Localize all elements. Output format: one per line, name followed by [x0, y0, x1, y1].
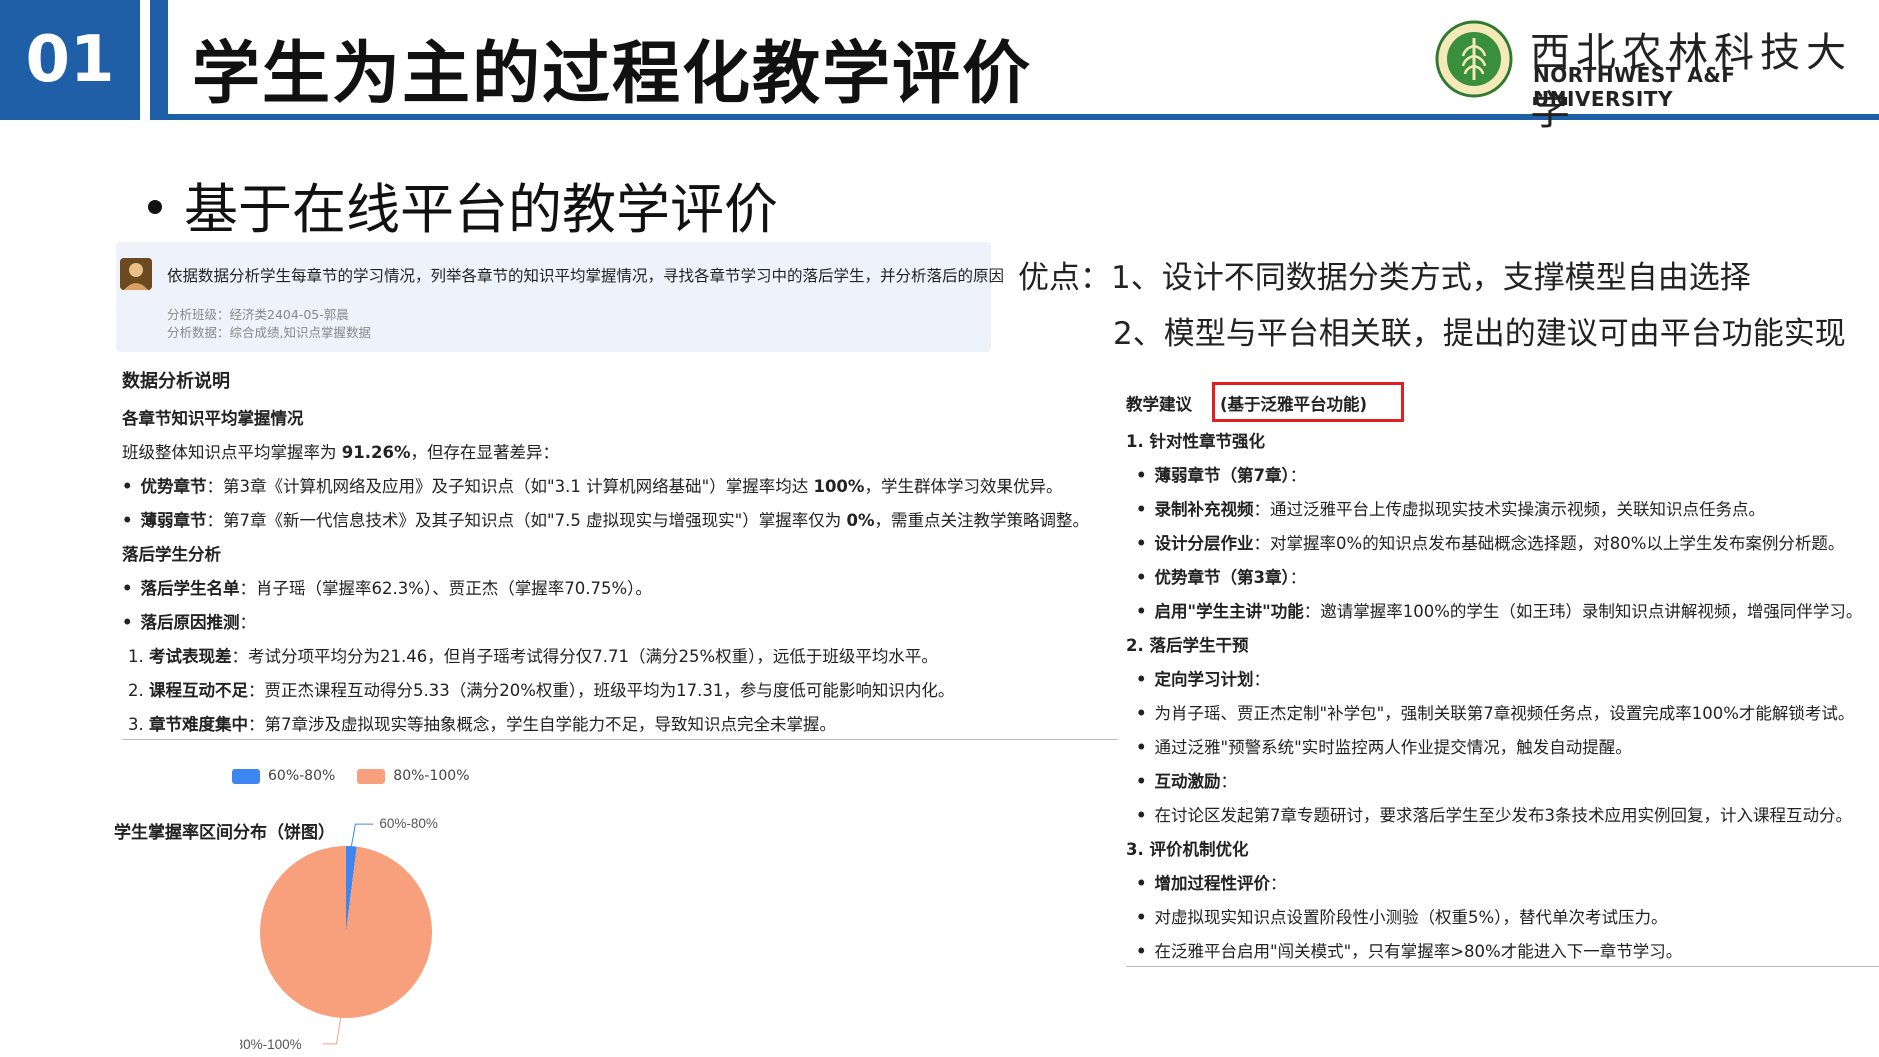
overall-value: 91.26%	[341, 443, 411, 462]
weak-value: 0%	[846, 511, 875, 530]
subtitle-text: 基于在线平台的教学评价	[184, 178, 778, 241]
pie-slice-80%-100%	[260, 846, 432, 1018]
lagging-students-heading: 落后学生分析	[122, 545, 221, 564]
highlight-box	[1212, 382, 1404, 422]
lead-label: 启用"学生主讲"功能	[1154, 602, 1304, 621]
reason-number: 1.	[128, 647, 144, 666]
colon: ：	[1220, 772, 1238, 791]
study-plan-item: 通过泛雅"预警系统"实时监控两人作业提交情况，触发自动提醒。	[1136, 734, 1632, 758]
weak-chapter-label: 薄弱章节（第7章）	[1154, 466, 1290, 485]
overall-mastery: 班级整体知识点平均掌握率为 91.26%，但存在显著差异：	[122, 439, 559, 463]
analysis-heading: 数据分析说明	[122, 371, 230, 392]
lagging-list-text: ：肖子瑶（掌握率62.3%）、贾正杰（掌握率70.75%）。	[239, 579, 652, 598]
overall-post: ，但存在显著差异：	[410, 443, 559, 462]
plan-label: 定向学习计划	[1154, 670, 1254, 689]
video-label: 录制补充视频	[1154, 500, 1254, 519]
chart-legend: 60%-80% 80%-100%	[232, 768, 470, 784]
query-text: 依据数据分析学生每章节的学习情况，列举各章节的知识平均掌握情况，寻找各章节学习中…	[167, 267, 1005, 285]
reason-number: 3.	[128, 715, 144, 734]
strong-text: ：第3章《计算机网络及应用》及子知识点（如"3.1 计算机网络基础"）掌握率均达	[206, 477, 814, 496]
pie-label: 60%-80%	[379, 816, 438, 831]
interaction-label: 互动激励	[1154, 772, 1221, 791]
university-logo	[1435, 20, 1513, 98]
strong-label: 优势章节	[140, 477, 207, 496]
weak-chapter-suggestion: 薄弱章节（第7章）：	[1136, 462, 1307, 486]
header-accent-bar	[150, 0, 168, 120]
process-eval-heading: 增加过程性评价：	[1136, 870, 1287, 894]
analysis-divider	[122, 739, 1118, 740]
legend-swatch-60-80	[232, 768, 260, 784]
video-suggestion: 录制补充视频：通过泛雅平台上传虚拟现实技术实操演示视频，关联知识点任务点。	[1136, 496, 1766, 520]
student-lead-suggestion: 启用"学生主讲"功能：邀请掌握率100%的学生（如王玮）录制知识点讲解视频，增强…	[1136, 598, 1863, 622]
study-plan-heading: 定向学习计划：	[1136, 666, 1271, 690]
suggestion-section-2: 2. 落后学生干预	[1126, 636, 1249, 655]
process-eval-item: 对虚拟现实知识点设置阶段性小测验（权重5%），替代单次考试压力。	[1136, 904, 1668, 928]
slide-number: 01	[0, 0, 140, 120]
strong-chapter-item: 优势章节：第3章《计算机网络及应用》及子知识点（如"3.1 计算机网络基础"）掌…	[122, 473, 1063, 497]
layer-text: ：对掌握率0%的知识点发布基础概念选择题，对80%以上学生发布案例分析题。	[1253, 534, 1845, 553]
colon: ：	[1289, 568, 1307, 587]
video-text: ：通过泛雅平台上传虚拟现实技术实操演示视频，关联知识点任务点。	[1253, 500, 1766, 519]
interaction-heading: 互动激励：	[1136, 768, 1238, 792]
lead-text: ：邀请掌握率100%的学生（如王玮）录制知识点讲解视频，增强同伴学习。	[1303, 602, 1863, 621]
reason-label: 课程互动不足	[149, 681, 248, 700]
weak-text: ：第7章《新一代信息技术》及其子知识点（如"7.5 虚拟现实与增强现实"）掌握率…	[206, 511, 847, 530]
weak-label: 薄弱章节	[140, 511, 207, 530]
study-plan-item: 为肖子瑶、贾正杰定制"补学包"，强制关联第7章视频任务点，设置完成率100%才能…	[1136, 700, 1855, 724]
pie-label: 80%-100%	[240, 1037, 302, 1052]
university-name-en: NORTHWEST A&F UNIVERSITY	[1533, 63, 1736, 111]
reason-label: 考试表现差	[149, 647, 232, 666]
interaction-item: 在讨论区发起第7章专题研讨，要求落后学生至少发布3条技术应用实例回复，计入课程互…	[1136, 802, 1853, 826]
layer-label: 设计分层作业	[1154, 534, 1254, 553]
pie-leader-line	[350, 823, 374, 847]
lagging-list-item: 落后学生名单：肖子瑶（掌握率62.3%）、贾正杰（掌握率70.75%）。	[122, 575, 652, 599]
reason-heading-item: 落后原因推测：	[122, 609, 257, 633]
eval-label: 增加过程性评价	[1154, 874, 1271, 893]
lagging-list-label: 落后学生名单	[140, 579, 240, 598]
pie-chart: 60%-80% 80%-100%	[240, 816, 438, 1052]
query-class: 分析班级：经济类2404-05-郭晨	[167, 307, 349, 322]
weak-post: ，需重点关注教学策略调整。	[874, 511, 1089, 530]
strong-value: 100%	[813, 477, 865, 496]
advantage-item: 2、模型与平台相关联，提出的建议可由平台功能实现	[1113, 316, 1846, 352]
bullet-dot	[148, 200, 162, 215]
section-subtitle: 基于在线平台的教学评价	[148, 165, 778, 244]
suggestions-heading: 教学建议	[1126, 395, 1192, 414]
process-eval-item: 在泛雅平台启用"闯关模式"，只有掌握率>80%才能进入下一章节学习。	[1136, 938, 1683, 962]
reason-label: 落后原因推测	[140, 613, 240, 632]
reason-item: 3. 章节难度集中：第7章涉及虚拟现实等抽象概念，学生自学能力不足，导致知识点完…	[128, 711, 836, 735]
reason-number: 2.	[128, 681, 144, 700]
advantages-label: 优点：	[1018, 260, 1111, 296]
colon: ：	[1270, 874, 1287, 893]
layered-homework-suggestion: 设计分层作业：对掌握率0%的知识点发布基础概念选择题，对80%以上学生发布案例分…	[1136, 530, 1845, 554]
strong-post: ，学生群体学习效果优异。	[864, 477, 1063, 496]
reason-text: ：贾正杰课程互动得分5.33（满分20%权重），班级平均为17.31，参与度低可…	[248, 681, 955, 700]
reason-label: 章节难度集中	[149, 715, 248, 734]
reason-text: ：考试分项平均分为21.46，但肖子瑶考试得分仅7.71（满分25%权重），远低…	[231, 647, 938, 666]
query-data-source: 分析数据：综合成绩,知识点掌握数据	[167, 325, 371, 340]
slide-title: 学生为主的过程化教学评价	[192, 35, 1033, 114]
reason-text: ：第7章涉及虚拟现实等抽象概念，学生自学能力不足，导致知识点完全未掌握。	[248, 715, 836, 734]
advantage-item: 1、设计不同数据分类方式，支撑模型自由选择	[1111, 260, 1751, 296]
suggestions-divider	[1126, 966, 1879, 967]
overall-pre: 班级整体知识点平均掌握率为	[122, 443, 342, 462]
strong-chapter-label: 优势章节（第3章）	[1154, 568, 1290, 587]
legend-label-80-100: 80%-100%	[393, 768, 470, 784]
pie-leader-line	[322, 1017, 342, 1045]
advantages-line-1: 优点：1、设计不同数据分类方式，支撑模型自由选择	[1018, 252, 1751, 297]
weak-chapter-item: 薄弱章节：第7章《新一代信息技术》及其子知识点（如"7.5 虚拟现实与增强现实"…	[122, 507, 1089, 531]
reason-colon: ：	[239, 613, 257, 632]
suggestion-section-1: 1. 针对性章节强化	[1126, 432, 1265, 451]
legend-label-60-80: 60%-80%	[268, 768, 336, 784]
colon: ：	[1253, 670, 1271, 689]
suggestion-section-3: 3. 评价机制优化	[1126, 840, 1249, 859]
legend-swatch-80-100	[357, 768, 386, 784]
colon: ：	[1289, 466, 1307, 485]
strong-chapter-suggestion: 优势章节（第3章）：	[1136, 564, 1307, 588]
chapter-mastery-heading: 各章节知识平均掌握情况	[122, 409, 304, 428]
reason-item: 2. 课程互动不足：贾正杰课程互动得分5.33（满分20%权重），班级平均为17…	[128, 677, 954, 701]
user-avatar	[120, 258, 152, 290]
reason-item: 1. 考试表现差：考试分项平均分为21.46，但肖子瑶考试得分仅7.71（满分2…	[128, 643, 938, 667]
